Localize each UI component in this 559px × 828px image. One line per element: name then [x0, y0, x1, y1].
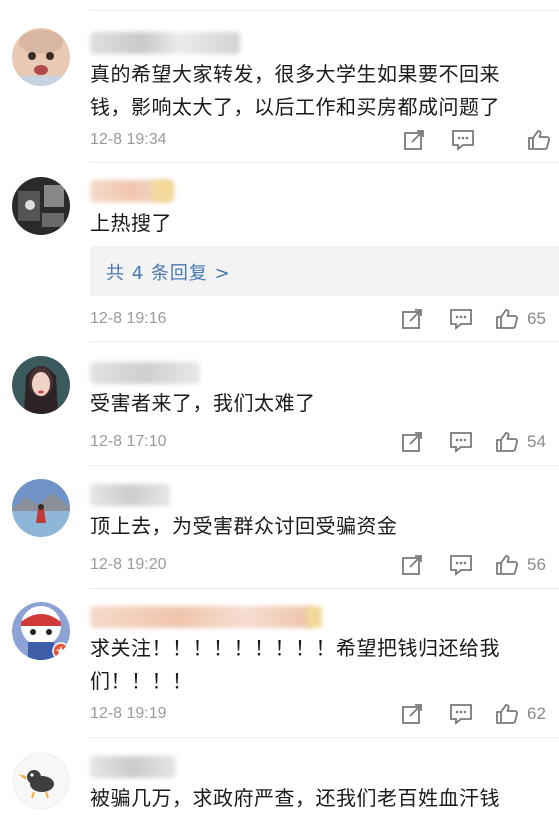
comment-divider — [90, 465, 559, 466]
verified-badge-icon — [52, 642, 70, 660]
view-replies-link[interactable]: 共 4 条回复 > — [106, 259, 231, 285]
username-blurred[interactable] — [90, 756, 176, 778]
like-button[interactable]: 65 — [495, 307, 546, 331]
comment-text: 受害者来了，我们太难了 — [90, 391, 316, 415]
avatar[interactable] — [12, 602, 70, 660]
like-button[interactable]: 42 — [527, 128, 559, 152]
badge-blurred — [306, 606, 322, 628]
username-blurred[interactable] — [90, 362, 200, 384]
comment-divider — [90, 162, 559, 163]
like-count: 56 — [527, 555, 546, 574]
thumbs-up-icon — [496, 704, 519, 724]
comment-text: 上热搜了 — [90, 211, 172, 235]
comment-icon[interactable] — [449, 430, 473, 454]
like-count: 65 — [527, 309, 546, 328]
share-edit-icon[interactable] — [401, 702, 423, 726]
avatar[interactable] — [12, 752, 70, 810]
comment-time: 12-8 19:34 — [90, 131, 167, 148]
badge-blurred — [152, 180, 174, 202]
comment-divider — [90, 588, 559, 589]
avatar[interactable] — [12, 177, 70, 235]
comment-time: 12-8 19:19 — [90, 705, 167, 722]
comment-meta: 12-8 19:20 56 — [90, 553, 559, 577]
comment-icon[interactable] — [449, 702, 473, 726]
comment-divider — [90, 737, 559, 738]
comment-text: 顶上去，为受害群众讨回受骗资金 — [90, 514, 398, 538]
like-button[interactable]: 54 — [495, 430, 546, 454]
like-count: 62 — [527, 704, 546, 723]
comment-text: 被骗几万，求政府严查，还我们老百姓血汗钱 — [90, 786, 500, 810]
comment-time: 12-8 19:16 — [90, 310, 167, 327]
comment-text: 真的希望大家转发，很多大学生如果要不回来钱，影响太大了，以后工作和买房都成问题了 — [90, 62, 500, 119]
reply-summary[interactable]: 共 4 条回复 > — [90, 246, 559, 296]
share-edit-icon[interactable] — [403, 128, 425, 152]
like-button[interactable]: 56 — [495, 553, 546, 577]
avatar[interactable] — [12, 28, 70, 86]
comment-meta: 12-8 19:19 62 — [90, 702, 559, 726]
thumbs-up-icon — [496, 432, 519, 452]
share-edit-icon[interactable] — [401, 430, 423, 454]
comment-icon[interactable] — [449, 553, 473, 577]
top-divider — [90, 10, 559, 11]
comment-divider — [90, 341, 559, 342]
username-blurred[interactable] — [90, 32, 240, 54]
username-blurred[interactable] — [90, 606, 312, 628]
thumbs-up-icon — [496, 555, 519, 575]
username-blurred[interactable] — [90, 484, 170, 506]
share-edit-icon[interactable] — [401, 307, 423, 331]
comment-meta: 12-8 17:10 54 — [90, 430, 559, 454]
thumbs-up-icon — [528, 130, 551, 150]
share-edit-icon[interactable] — [401, 553, 423, 577]
thumbs-up-icon — [496, 309, 519, 329]
comment-meta: 12-8 19:16 65 — [90, 307, 559, 331]
comment-meta: 12-8 19:34 42 — [90, 128, 559, 152]
like-count: 54 — [527, 432, 546, 451]
like-button[interactable]: 62 — [495, 702, 546, 726]
avatar[interactable] — [12, 356, 70, 414]
comment-icon[interactable] — [449, 307, 473, 331]
comment-time: 12-8 17:10 — [90, 433, 167, 450]
comment-text: 求关注！！！！！！！！！希望把钱归还给我们！！！！ — [90, 636, 500, 693]
comment-time: 12-8 19:20 — [90, 556, 167, 573]
comment-icon[interactable] — [451, 128, 475, 152]
avatar[interactable] — [12, 479, 70, 537]
